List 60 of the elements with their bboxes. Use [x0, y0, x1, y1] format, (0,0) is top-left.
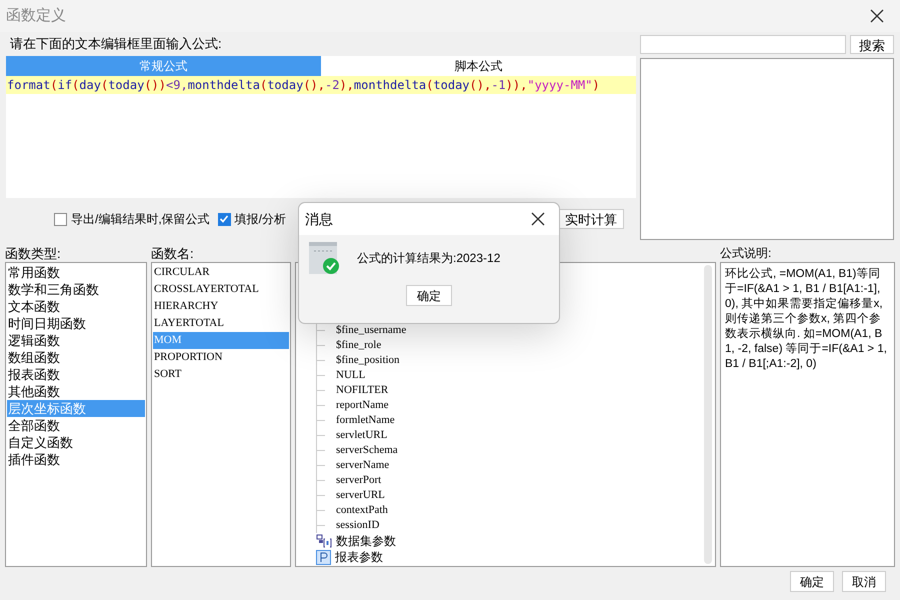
checkbox[interactable]: [54, 212, 67, 226]
list-item[interactable]: 全部函数: [7, 417, 145, 434]
description-text: 环比公式, =MOM(A1, B1)等同于=IF(&A1 > 1, B1 / B1[A1:-1],0), 其中如果需要指定偏移量x, 则传递第三个参数x, 第四个参数表示横纵向. 如=MOM(A1, B1, -2, false) 等同于=IF(&A1 > 1, B1 / B1[;A1:-2], 0): [725, 267, 888, 372]
checkbox[interactable]: [218, 212, 231, 226]
tree-item[interactable]: 数据集参数: [336, 533, 396, 549]
checkbox-label: 填报/分析: [234, 211, 286, 228]
tree-item[interactable]: servletURL: [336, 428, 388, 443]
list-item[interactable]: 文本函数: [7, 298, 145, 315]
prompt-label: 请在下面的文本编辑框里面输入公式:: [9, 35, 223, 53]
dialog-button[interactable]: 取消: [842, 571, 886, 592]
list-item[interactable]: 数组函数: [7, 349, 145, 366]
dataset-icon: [316, 534, 332, 548]
list-label: 函数类型:: [5, 245, 62, 262]
message-title: 消息: [305, 210, 333, 228]
search-button[interactable]: 搜索: [850, 35, 894, 54]
tree-item[interactable]: NULL: [336, 368, 366, 383]
dialog-button[interactable]: 确定: [790, 571, 834, 592]
list-item[interactable]: 常用函数: [7, 264, 145, 281]
list-item[interactable]: 其他函数: [7, 383, 145, 400]
tree-item[interactable]: reportName: [336, 398, 389, 413]
list-item[interactable]: CIRCULAR: [153, 264, 289, 281]
search-field[interactable]: [640, 35, 846, 54]
description-label: 公式说明:: [720, 245, 772, 262]
tree-item[interactable]: serverPort: [336, 473, 382, 488]
list-item[interactable]: 数学和三角函数: [7, 281, 145, 298]
list-item[interactable]: 报表函数: [7, 366, 145, 383]
tree-item[interactable]: serverName: [336, 458, 390, 473]
list-item[interactable]: 自定义函数: [7, 434, 145, 451]
tree-item[interactable]: formletName: [336, 413, 395, 428]
scrollbar[interactable]: [704, 265, 712, 564]
message-text: 公式的计算结果为:2023-12: [357, 250, 500, 267]
list-item[interactable]: SORT: [153, 366, 289, 383]
checkbox-label: 导出/编辑结果时,保留公式: [71, 211, 210, 228]
list-item[interactable]: CROSSLAYERTOTAL: [153, 281, 289, 298]
tree-item[interactable]: 报表参数: [335, 549, 383, 565]
list-label: 函数名:: [151, 245, 195, 262]
ok-button[interactable]: 确定: [406, 285, 452, 306]
close-icon[interactable]: [531, 212, 545, 226]
formula-editor[interactable]: format(if(day(today())<9,monthdelta(today(),-2),monthdelta(today(),-1)),"yyyy-MM"): [6, 76, 636, 198]
tree-item[interactable]: contextPath: [336, 503, 388, 518]
list-item[interactable]: 逻辑函数: [7, 332, 145, 349]
list-item[interactable]: 插件函数: [7, 451, 145, 468]
tree-item[interactable]: $fine_position: [336, 353, 400, 368]
tree-item[interactable]: sessionID: [336, 518, 380, 533]
tree-item[interactable]: serverURL: [336, 488, 385, 503]
list-item[interactable]: 时间日期函数: [7, 315, 145, 332]
tree-item[interactable]: NOFILTER: [336, 383, 388, 398]
window-title: 函数定义: [6, 6, 66, 26]
tree-item[interactable]: $fine_role: [336, 338, 382, 353]
success-icon: [309, 242, 341, 274]
tree-item[interactable]: $fine_username: [336, 323, 406, 338]
formula-tab[interactable]: 脚本公式: [321, 56, 636, 76]
realtime-button[interactable]: 实时计算: [558, 209, 624, 229]
parameter-icon: [316, 550, 331, 564]
list-item[interactable]: HIERARCHY: [153, 298, 289, 315]
tree-item[interactable]: serverSchema: [336, 443, 398, 458]
list-item[interactable]: PROPORTION: [153, 349, 289, 366]
formula-text: format(if(day(today())<9,monthdelta(today(),-2),monthdelta(today(),-1)),"yyyy-MM"): [7, 78, 600, 92]
list-item[interactable]: LAYERTOTAL: [153, 315, 289, 332]
close-icon[interactable]: [870, 9, 884, 23]
